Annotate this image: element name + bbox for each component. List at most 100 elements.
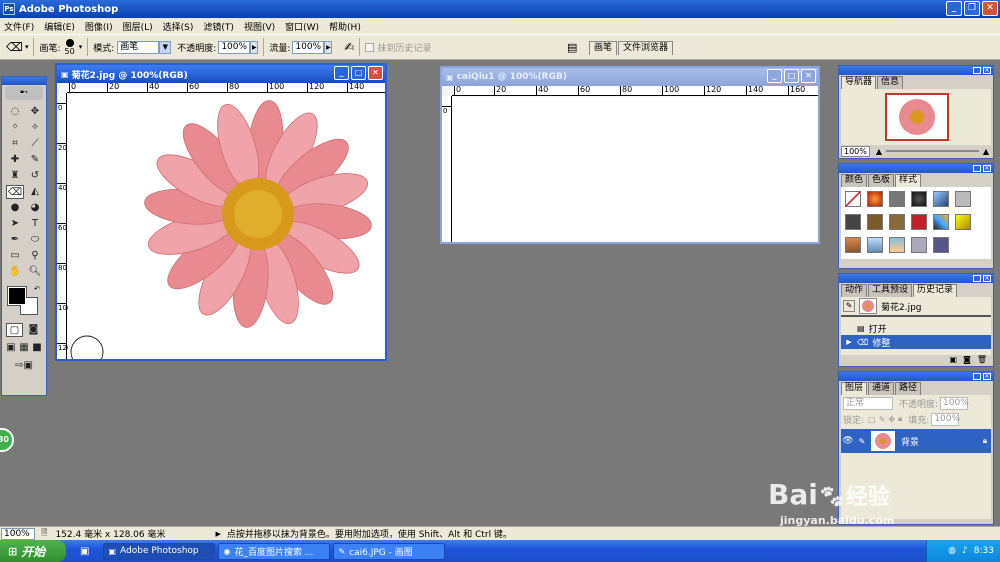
tab-tool-presets[interactable]: 工具预设 — [868, 284, 913, 297]
style-swatch[interactable] — [955, 214, 971, 230]
start-button[interactable]: ⊞ 开始 — [0, 540, 66, 562]
menu-view[interactable]: 视图(V) — [244, 20, 275, 33]
screen-mode-full-icon[interactable]: ■ — [31, 341, 43, 355]
palette-header[interactable]: _ ✕ — [839, 372, 993, 381]
history-brush-tool-icon[interactable]: ↺ — [26, 169, 44, 183]
foreground-color-swatch-top[interactable] — [8, 287, 26, 305]
document-title-bar[interactable]: ▣ caiQiu1 @ 100%(RGB) _ □ ✕ — [442, 68, 818, 86]
brush-picker[interactable]: 50 — [65, 38, 75, 56]
taskbar-item-browser[interactable]: ◉ 花_百度图片搜索 ... — [218, 542, 331, 560]
doc-close-button[interactable]: ✕ — [368, 66, 383, 80]
doc-maximize-button[interactable]: □ — [351, 66, 366, 80]
style-swatch[interactable] — [889, 214, 905, 230]
style-swatch[interactable] — [933, 214, 949, 230]
tab-swatches[interactable]: 色板 — [868, 174, 895, 187]
palette-close-button[interactable]: ✕ — [983, 165, 991, 172]
layer-row-background[interactable]: 👁︎ ✎ 背景 🔒︎ — [841, 429, 991, 453]
zoom-in-icon[interactable]: ▲ — [983, 147, 989, 156]
doc-minimize-button[interactable]: _ — [334, 66, 349, 80]
swap-colors-icon[interactable]: ↶ — [34, 285, 40, 293]
menu-select[interactable]: 选择(S) — [163, 20, 194, 33]
tray-network-icon[interactable]: ◍ — [948, 546, 956, 556]
palette-header[interactable]: _ ✕ — [839, 66, 993, 75]
lock-all-icon[interactable]: 🔒︎ — [898, 414, 902, 424]
status-menu-arrow-icon[interactable]: ▶ — [215, 530, 220, 538]
style-swatch[interactable] — [845, 237, 861, 253]
opacity-slider-arrow-icon[interactable]: ▶ — [250, 40, 259, 54]
toolbox-header[interactable] — [2, 77, 46, 85]
lasso-tool-icon[interactable]: ᛜ — [6, 121, 24, 135]
history-brush-source-icon[interactable]: ✎ — [843, 300, 855, 312]
mode-select[interactable]: 画笔 — [117, 40, 160, 54]
zoom-field[interactable]: 100% — [1, 527, 35, 540]
palette-close-button[interactable]: ✕ — [983, 373, 991, 380]
history-item[interactable]: ▤ 打开 — [841, 321, 991, 335]
tab-file-browser[interactable]: 文件浏览器 — [618, 41, 674, 55]
style-swatch[interactable] — [867, 214, 883, 230]
doc-close-button[interactable]: ✕ — [801, 69, 816, 83]
style-swatch[interactable] — [955, 191, 971, 207]
lock-image-icon[interactable]: ✎ — [879, 415, 886, 424]
style-swatch[interactable] — [933, 191, 949, 207]
menu-window[interactable]: 窗口(W) — [285, 20, 319, 33]
document-info-icon[interactable]: 🗎 — [41, 527, 47, 541]
style-swatch[interactable] — [911, 237, 927, 253]
flow-slider-arrow-icon[interactable]: ▶ — [324, 40, 333, 54]
quick-mask-mode-icon[interactable]: ◙ — [25, 323, 42, 337]
flow-field[interactable]: 100% — [292, 40, 325, 54]
move-tool-icon[interactable]: ✥ — [26, 105, 44, 119]
paint-bucket-tool-icon[interactable]: ◭ — [26, 185, 44, 199]
slice-tool-icon[interactable]: ⟋ — [26, 137, 44, 151]
canvas[interactable] — [68, 94, 385, 359]
shape-tool-icon[interactable]: ⬭ — [26, 233, 44, 247]
eye-visibility-icon[interactable]: 👁︎ — [841, 436, 855, 446]
path-selection-tool-icon[interactable]: ➤ — [6, 217, 24, 231]
menu-filter[interactable]: 滤镜(T) — [203, 20, 234, 33]
palette-close-button[interactable]: ✕ — [983, 67, 991, 74]
opacity-field[interactable]: 100% — [218, 40, 251, 54]
notes-tool-icon[interactable]: ▭ — [6, 249, 24, 263]
style-swatch[interactable] — [911, 191, 927, 207]
erase-to-history-checkbox[interactable] — [365, 42, 375, 52]
tray-volume-icon[interactable]: ♪ — [962, 546, 968, 556]
hand-tool-icon[interactable]: ✋ — [6, 265, 24, 279]
layer-opacity-field[interactable]: 100% — [940, 396, 969, 410]
navigator-thumbnail[interactable] — [885, 93, 949, 141]
history-item-selected[interactable]: ▶ ⌫ 修整 — [841, 335, 991, 349]
magic-wand-tool-icon[interactable]: ✧ — [26, 121, 44, 135]
style-swatch[interactable] — [889, 191, 905, 207]
brush-tool-icon[interactable]: ✎ — [26, 153, 44, 167]
palette-close-button[interactable]: ✕ — [983, 275, 991, 282]
trash-icon[interactable]: 🗑︎ — [977, 355, 987, 367]
new-document-icon[interactable]: ▣ — [950, 355, 958, 367]
restore-button[interactable]: ❐ — [964, 1, 980, 16]
lock-position-icon[interactable]: ✥ — [888, 415, 895, 424]
canvas[interactable] — [453, 97, 818, 242]
palette-well-icon[interactable]: ▤ — [567, 41, 577, 54]
tab-channels[interactable]: 通道 — [868, 382, 895, 395]
pen-tool-icon[interactable]: ✒ — [6, 233, 24, 247]
blend-mode-select[interactable]: 正常 — [843, 396, 893, 410]
fill-field[interactable]: 100% — [931, 412, 960, 426]
palette-header[interactable]: _ ✕ — [839, 274, 993, 283]
tab-history[interactable]: 历史记录 — [913, 284, 958, 297]
eraser-tool-preset-icon[interactable]: ⌫ — [6, 40, 23, 54]
lock-transparency-icon[interactable]: ▢ — [868, 415, 876, 424]
tab-actions[interactable]: 动作 — [841, 284, 868, 297]
zoom-slider[interactable] — [886, 150, 979, 152]
palette-minimize-button[interactable]: _ — [973, 67, 981, 74]
tab-layers[interactable]: 图层 — [841, 382, 868, 395]
doc-minimize-button[interactable]: _ — [767, 69, 782, 83]
close-button[interactable]: ✕ — [982, 1, 998, 16]
menu-help[interactable]: 帮助(H) — [329, 20, 361, 33]
menu-image[interactable]: 图像(I) — [85, 20, 113, 33]
marquee-tool-icon[interactable]: ◌ — [6, 105, 24, 119]
style-swatch-none[interactable] — [845, 191, 861, 207]
palette-header[interactable]: _ ✕ — [839, 164, 993, 173]
style-swatch[interactable] — [889, 237, 905, 253]
dodge-tool-icon[interactable]: ◕ — [26, 201, 44, 215]
style-swatch[interactable] — [933, 237, 949, 253]
minimize-button[interactable]: _ — [946, 1, 962, 16]
tab-navigator[interactable]: 导航器 — [841, 76, 877, 89]
crop-tool-icon[interactable]: ⌗ — [6, 137, 24, 151]
